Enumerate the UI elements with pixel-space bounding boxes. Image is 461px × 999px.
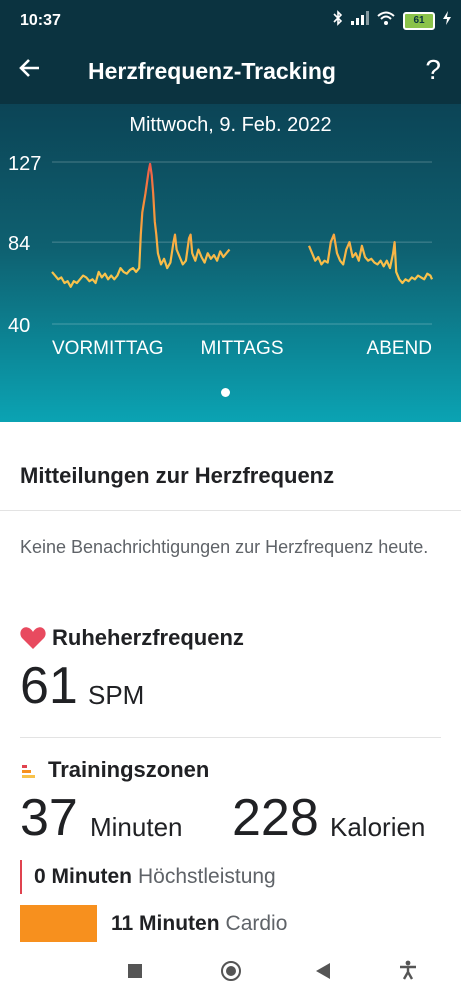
- triangle-back-icon: [316, 963, 330, 979]
- zones-icon: [22, 765, 35, 778]
- training-zones-title: Trainingszonen: [20, 757, 209, 783]
- home-button[interactable]: [220, 960, 242, 987]
- resting-heart-rate-label: Ruheherzfrequenz: [52, 625, 244, 650]
- zone-cardio-name: Cardio: [225, 911, 288, 935]
- heart-rate-chart: 127 84 40 VORMITTAG MITTAGS ABEND: [8, 153, 434, 359]
- recents-button[interactable]: [128, 964, 142, 983]
- x-tick-label: MITTAGS: [200, 338, 283, 359]
- status-time: 10:37: [20, 12, 61, 29]
- charging-icon: [443, 11, 451, 30]
- wifi-icon: [377, 11, 395, 30]
- accessibility-icon: [400, 960, 416, 980]
- resting-heart-rate-value: 61: [20, 657, 78, 715]
- heart-rate-chart-panel[interactable]: Mittwoch, 9. Feb. 2022 127 84 40 VORMITTAG M…: [0, 104, 461, 422]
- zone-peak-minutes: 0 Minuten: [34, 865, 132, 888]
- square-icon: [128, 964, 142, 978]
- notifications-title: Mitteilungen zur Herzfrequenz: [20, 463, 335, 488]
- zone-row-peak[interactable]: 0 Minuten Höchstleistung: [20, 860, 276, 894]
- training-calories-value: 228: [232, 789, 319, 847]
- system-navigation-bar: [0, 944, 461, 999]
- home-circle-icon: [221, 961, 241, 981]
- x-tick-label: ABEND: [367, 338, 432, 359]
- divider: [0, 510, 461, 511]
- zone-row-cardio[interactable]: 11 Minuten Cardio: [20, 905, 287, 942]
- y-tick-label: 40: [8, 315, 30, 337]
- status-bar: 10:37 61: [0, 0, 461, 42]
- battery-icon: 61: [403, 11, 435, 30]
- y-tick-label: 127: [8, 153, 41, 175]
- zone-peak-name: Höchstleistung: [138, 865, 276, 888]
- training-zones-label: Trainingszonen: [48, 757, 210, 782]
- resting-heart-rate-unit: SPM: [88, 680, 145, 710]
- heart-icon: [20, 627, 46, 649]
- page-indicator-dot: [221, 388, 230, 397]
- signal-icon: [351, 11, 369, 30]
- heart-rate-series-line: [51, 162, 231, 288]
- notifications-text: Keine Benachrichtigungen zur Herzfrequen…: [20, 537, 429, 557]
- x-tick-label: VORMITTAG: [52, 338, 164, 359]
- back-nav-button[interactable]: [316, 963, 330, 984]
- bluetooth-icon: [333, 10, 343, 31]
- back-button[interactable]: [18, 56, 42, 85]
- training-minutes-value: 37: [20, 789, 78, 847]
- back-arrow-icon: [19, 59, 39, 77]
- resting-heart-rate-title: Ruheherzfrequenz: [20, 625, 244, 651]
- help-button[interactable]: ?: [425, 54, 441, 86]
- training-minutes-unit: Minuten: [90, 812, 183, 842]
- app-bar: Herzfrequenz-Tracking ?: [0, 42, 461, 104]
- zone-bar-cardio: [20, 905, 97, 942]
- training-calories-unit: Kalorien: [330, 812, 426, 842]
- y-tick-label: 84: [8, 233, 30, 255]
- zone-bar-peak: [20, 860, 22, 894]
- page-title: Herzfrequenz-Tracking: [88, 58, 336, 84]
- accessibility-button[interactable]: [398, 960, 418, 985]
- zone-cardio-minutes: 11 Minuten: [111, 911, 220, 935]
- status-icons: 61: [333, 10, 451, 31]
- divider: [20, 737, 441, 738]
